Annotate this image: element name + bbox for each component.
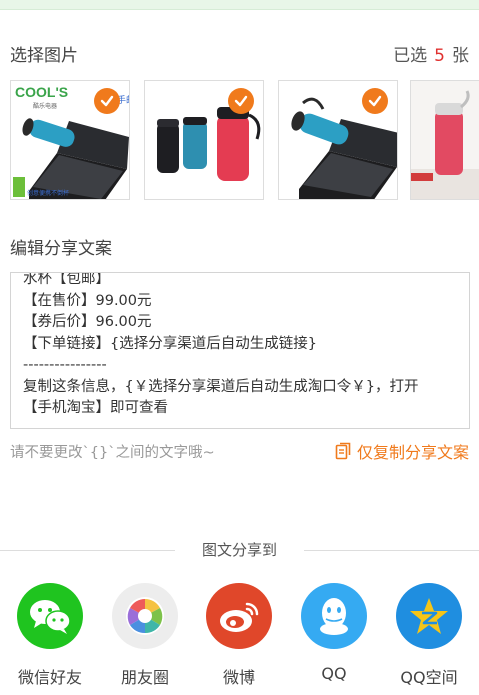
share-wechat-friend-button[interactable]: 微信好友	[5, 583, 95, 688]
share-label-moments: 朋友圈	[120, 668, 169, 687]
brand-sub-text: 酷乐电器	[33, 102, 57, 110]
copy-text-only-label: 仅复制分享文案	[356, 443, 469, 462]
copy-text-only-button[interactable]: 仅复制分享文案	[335, 439, 469, 463]
share-weibo-button[interactable]: 微博	[194, 583, 284, 688]
copy-line: 【手机淘宝】即可查看	[23, 400, 168, 416]
moments-icon	[112, 583, 178, 649]
copy-line: ----------------	[23, 357, 107, 373]
share-label-qzone: QQ空间	[400, 668, 458, 687]
copy-document-icon	[335, 442, 351, 460]
thumbnail-1[interactable]: COOL'S 酷乐电器 手邮 创意便携不倒杯	[10, 80, 130, 200]
image-thumbnails: COOL'S 酷乐电器 手邮 创意便携不倒杯	[10, 80, 479, 202]
hint-row: 请不要更改`{}`之间的文字哦~ 仅复制分享文案	[10, 440, 469, 462]
share-label-wechat: 微信好友	[17, 668, 82, 687]
selected-prefix: 已选	[393, 45, 428, 66]
divider-line-right	[304, 550, 479, 551]
qq-icon	[301, 583, 367, 649]
images-section-header: 选择图片 已选 5 张	[10, 40, 469, 66]
weibo-icon	[206, 583, 272, 649]
selected-suffix: 张	[452, 45, 469, 66]
selected-number: 5	[434, 45, 445, 66]
thumbnail-2[interactable]	[144, 80, 264, 200]
thumbnail-3[interactable]	[278, 80, 398, 200]
copy-line: 水杯【包邮】	[23, 272, 110, 287]
brand-logo-text: COOL'S	[15, 84, 68, 100]
top-status-strip	[0, 0, 479, 10]
copy-line: 复制这条信息，{￥选择分享渠道后自动生成淘口令￥}，打开	[23, 378, 419, 395]
edit-section-header: 编辑分享文案	[10, 233, 469, 259]
share-label-weibo: 微博	[222, 668, 255, 687]
images-section-title: 选择图片	[10, 45, 78, 66]
share-qq-button[interactable]: QQ	[289, 583, 379, 683]
selected-count: 已选 5 张	[393, 41, 469, 66]
edit-section-title: 编辑分享文案	[10, 238, 112, 259]
share-copy-text[interactable]: 水杯【包邮】【在售价】99.00元 【券后价】96.00元【下单链接】{选择分享渠…	[23, 272, 461, 420]
copy-line: 【下单链接】{选择分享渠道后自动生成链接}	[23, 335, 317, 352]
selected-check-icon[interactable]	[228, 88, 254, 114]
thumbnail-4[interactable]	[410, 80, 479, 200]
selected-check-icon[interactable]	[362, 88, 388, 114]
product-image-red-cup-book	[411, 81, 479, 199]
selected-check-icon[interactable]	[94, 88, 120, 114]
share-copy-textarea[interactable]: 水杯【包邮】【在售价】99.00元 【券后价】96.00元【下单链接】{选择分享渠…	[10, 272, 470, 429]
share-divider: 图文分享到	[0, 540, 479, 560]
share-moments-button[interactable]: 朋友圈	[100, 583, 190, 688]
copy-line: 【券后价】96.00元	[23, 314, 152, 330]
copy-line: 【在售价】99.00元	[23, 292, 152, 309]
qzone-icon	[396, 583, 462, 649]
hint-text: 请不要更改`{}`之间的文字哦~	[10, 444, 215, 461]
bottom-slogan-text: 创意便携不倒杯	[27, 189, 69, 197]
share-label-qq: QQ	[321, 664, 347, 683]
share-qzone-button[interactable]: QQ空间	[384, 583, 474, 688]
wechat-icon	[17, 583, 83, 649]
